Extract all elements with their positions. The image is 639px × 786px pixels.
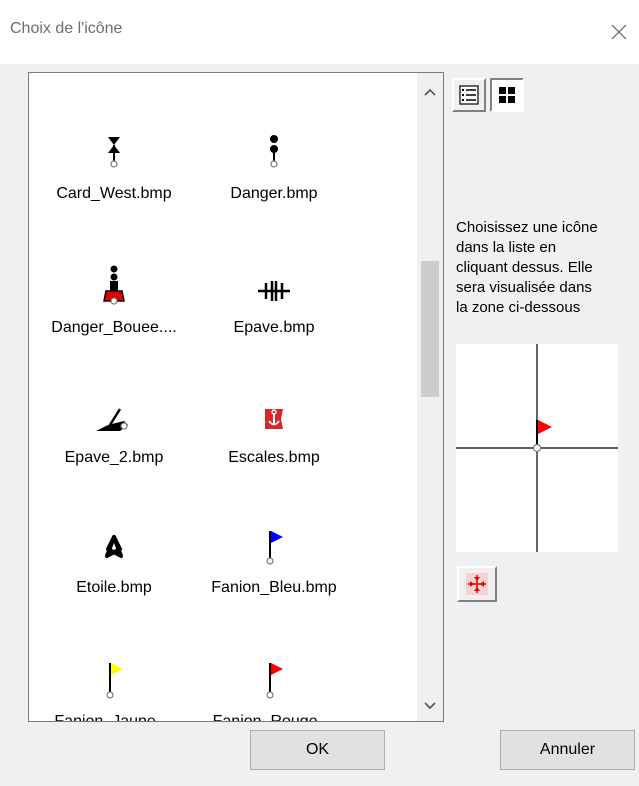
list-item-fanion-jaune[interactable]: Fanion_Jaune.... <box>39 659 189 722</box>
list-item-label: Card_West.bmp <box>56 185 172 202</box>
wreck-2-icon <box>94 395 134 441</box>
close-button[interactable] <box>599 12 639 52</box>
blue-flag-icon <box>254 525 294 571</box>
list-item-epave[interactable]: Epave.bmp <box>199 265 349 375</box>
list-item-label: Epave_2.bmp <box>64 449 164 466</box>
list-item-label: Danger.bmp <box>230 185 318 202</box>
list-item-fanion-bleu[interactable]: Fanion_Bleu.bmp <box>199 525 349 635</box>
list-item-label: Fanion_Bleu.bmp <box>211 579 337 596</box>
icon-chooser-dialog: Choix de l'icône Card_West.bmp Danger.bm… <box>0 0 639 786</box>
help-text: Choisissez une icône dans la liste en cl… <box>456 219 598 316</box>
list-view-button[interactable] <box>452 78 486 112</box>
cancel-button[interactable]: Annuler <box>500 730 635 770</box>
center-preview-button[interactable] <box>457 566 497 602</box>
vertical-scrollbar[interactable] <box>417 73 443 721</box>
list-item-etoile[interactable]: Etoile.bmp <box>39 525 189 635</box>
list-item-fanion-rouge[interactable]: Fanion_Rouge.... <box>199 659 349 722</box>
list-item-label: Epave.bmp <box>233 319 315 336</box>
scroll-up-button[interactable] <box>417 79 443 105</box>
list-item-label: Danger_Bouee.... <box>51 319 177 336</box>
list-item-label: Fanion_Jaune.... <box>54 713 174 722</box>
list-item-danger-bouee[interactable]: Danger_Bouee.... <box>39 265 189 375</box>
list-item-epave-2[interactable]: Epave_2.bmp <box>39 395 189 505</box>
list-item-card-west[interactable]: Card_West.bmp <box>39 131 189 241</box>
preview-flag-icon <box>538 420 552 434</box>
list-item-danger[interactable]: Danger.bmp <box>199 131 349 241</box>
grid-view-icon <box>499 87 515 103</box>
wreck-icon <box>254 265 294 311</box>
danger-buoy-icon <box>94 265 134 311</box>
center-arrows-icon <box>466 573 488 595</box>
icon-listbox[interactable]: Card_West.bmp Danger.bmp Danger_Bouee...… <box>28 72 444 722</box>
danger-marker-icon <box>254 131 294 177</box>
icon-view-button[interactable] <box>490 78 524 112</box>
ok-button[interactable]: OK <box>250 730 385 770</box>
yellow-flag-icon <box>94 659 134 705</box>
anchor-flag-icon <box>254 395 294 441</box>
icon-grid: Card_West.bmp Danger.bmp Danger_Bouee...… <box>29 73 415 722</box>
close-icon <box>611 24 627 40</box>
chevron-down-icon <box>424 702 436 710</box>
list-item-escales[interactable]: Escales.bmp <box>199 395 349 505</box>
star-icon <box>94 525 134 571</box>
window-title: Choix de l'icône <box>10 20 123 37</box>
list-view-icon <box>459 85 479 105</box>
icon-preview-area <box>456 344 618 552</box>
scroll-down-button[interactable] <box>417 693 443 719</box>
chevron-up-icon <box>424 88 436 96</box>
title-bar: Choix de l'icône <box>0 0 639 64</box>
list-item-label: Fanion_Rouge.... <box>212 713 336 722</box>
list-item-label: Etoile.bmp <box>76 579 152 596</box>
list-item-label: Escales.bmp <box>228 449 320 466</box>
cardinal-west-marker-icon <box>94 131 134 177</box>
red-flag-icon <box>254 659 294 705</box>
scroll-thumb[interactable] <box>421 261 439 397</box>
